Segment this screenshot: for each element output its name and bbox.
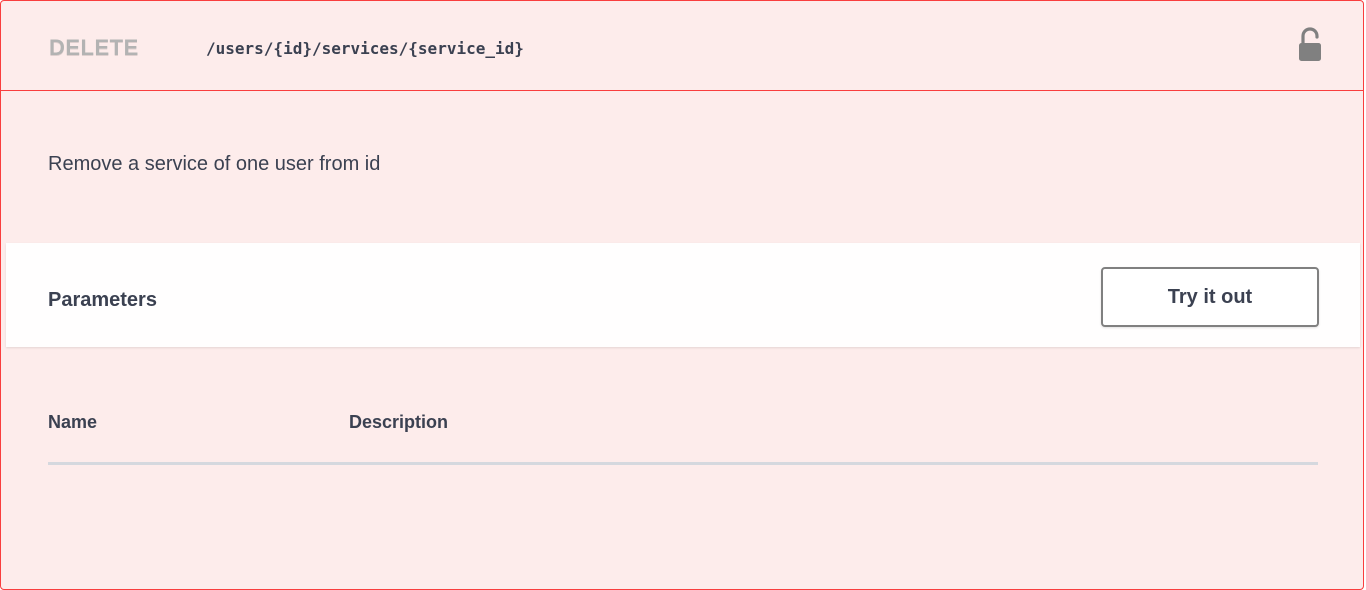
delete-operation-block: DELETE /users/{id}/services/{service_id}… — [0, 0, 1364, 590]
http-method-badge: DELETE — [49, 35, 139, 60]
parameters-table-header: Name Description — [48, 393, 1318, 465]
unlocked-padlock-icon[interactable] — [1297, 27, 1323, 63]
operation-description: Remove a service of one user from id — [48, 153, 381, 175]
try-it-out-button[interactable]: Try it out — [1101, 267, 1319, 327]
operation-summary[interactable]: DELETE /users/{id}/services/{service_id} — [1, 1, 1363, 91]
column-header-description: Description — [349, 412, 449, 432]
table-header-divider — [48, 462, 1318, 465]
column-header-name: Name — [48, 412, 98, 432]
endpoint-path: /users/{id}/services/{service_id} — [206, 39, 524, 58]
parameters-section-header: Parameters Try it out — [6, 243, 1360, 347]
parameters-title: Parameters — [48, 289, 157, 311]
